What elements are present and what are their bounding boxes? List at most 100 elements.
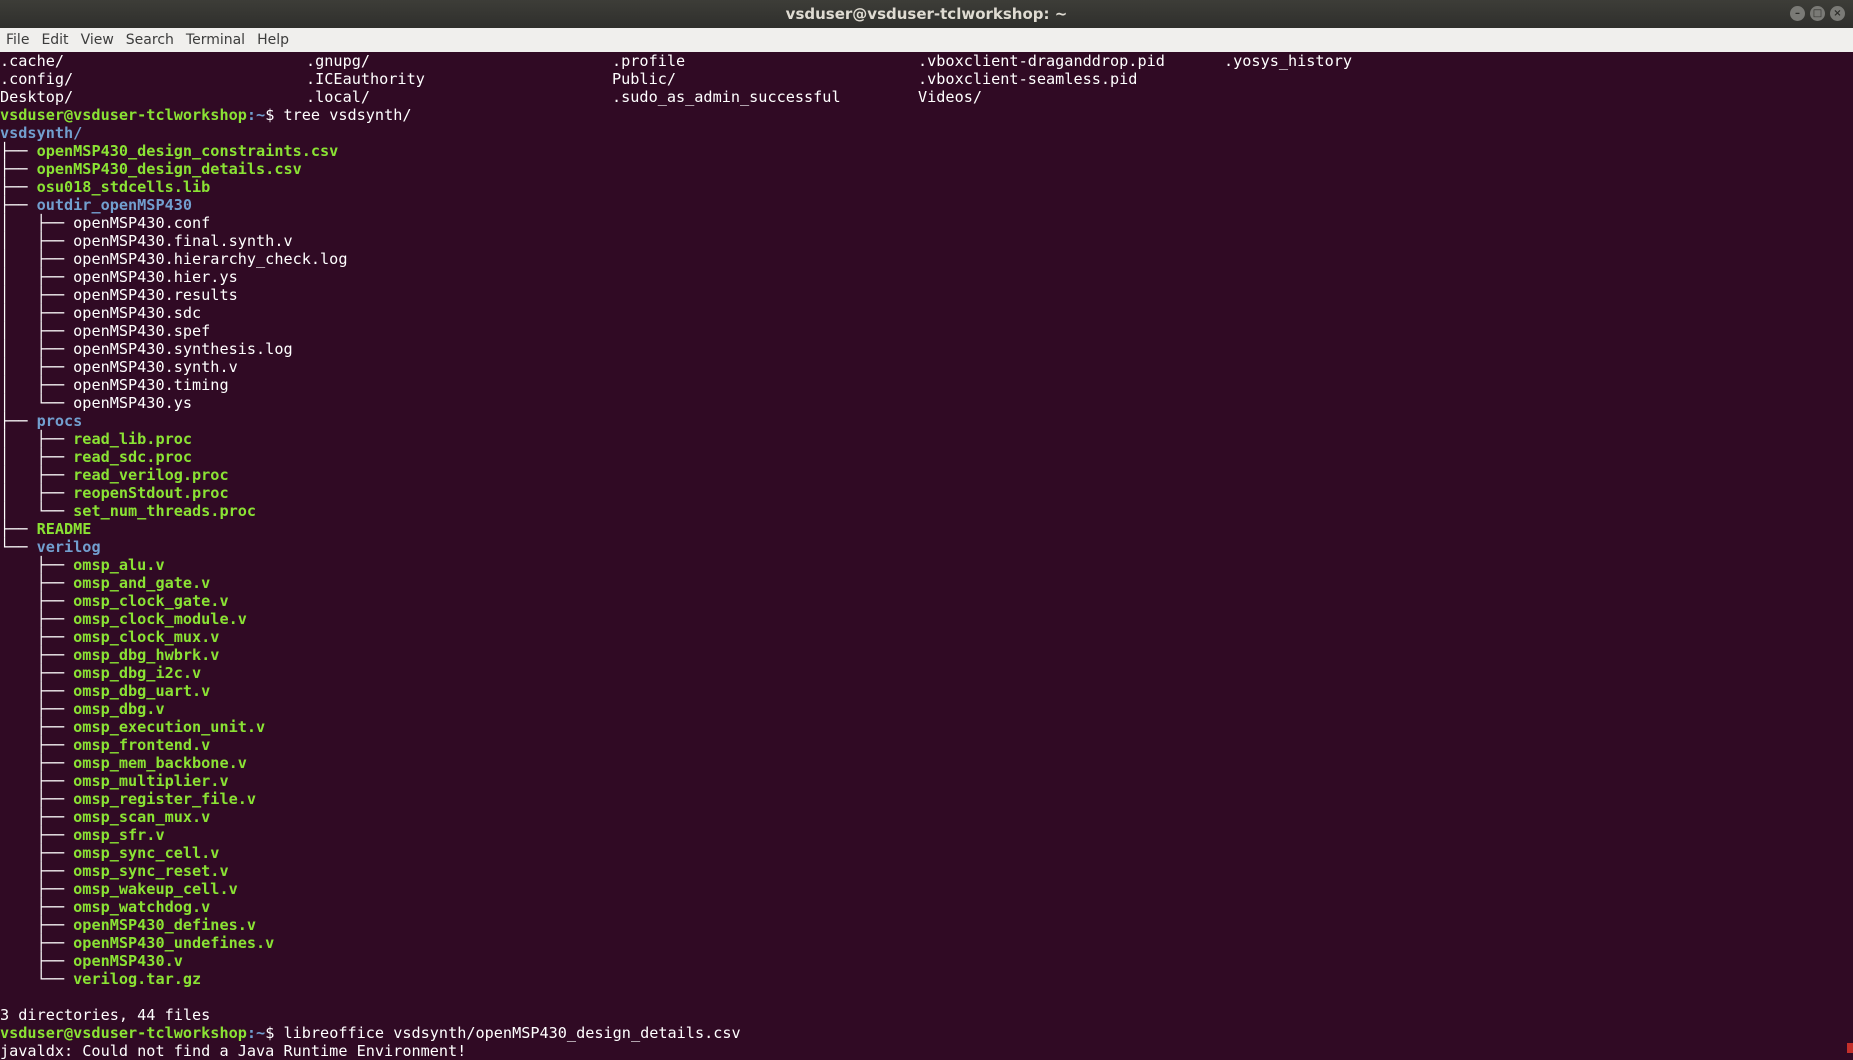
prompt-symbol: $: [265, 1024, 284, 1042]
file-name: omsp_clock_module.v: [73, 610, 247, 628]
tree-line: ├── omsp_sfr.v: [0, 826, 1853, 844]
tree-line: │ ├── openMSP430.results: [0, 286, 1853, 304]
file-name: openMSP430.v: [73, 952, 183, 970]
tree-branch: ├──: [0, 772, 74, 790]
directory-name: verilog: [36, 538, 101, 556]
menu-help[interactable]: Help: [251, 32, 295, 48]
maximize-icon[interactable]: □: [1810, 6, 1825, 21]
file-name: omsp_dbg_hwbrk.v: [73, 646, 220, 664]
menu-bar: File Edit View Search Terminal Help: [0, 28, 1853, 52]
tree-branch: ├──: [0, 520, 37, 538]
ls-entry: Videos/: [918, 88, 983, 106]
close-icon[interactable]: ×: [1830, 6, 1845, 21]
tree-line: │ ├── read_sdc.proc: [0, 448, 1853, 466]
file-name: omsp_wakeup_cell.v: [73, 880, 238, 898]
tree-branch: ├──: [0, 790, 74, 808]
tree-branch: ├──: [0, 592, 74, 610]
minimize-icon[interactable]: –: [1790, 6, 1805, 21]
file-name: openMSP430.spef: [73, 322, 211, 340]
tree-line: ├── omsp_and_gate.v: [0, 574, 1853, 592]
menu-edit[interactable]: Edit: [35, 32, 74, 48]
tree-line: ├── omsp_mem_backbone.v: [0, 754, 1853, 772]
tree-branch: │ ├──: [0, 340, 74, 358]
tree-branch: │ └──: [0, 394, 74, 412]
ls-entry: .yosys_history: [1224, 52, 1353, 70]
tree-branch: ├──: [0, 952, 74, 970]
tree-branch: │ ├──: [0, 268, 74, 286]
tree-branch: │ ├──: [0, 232, 74, 250]
directory-name: vsdsynth/: [0, 124, 83, 142]
tree-line: ├── omsp_sync_cell.v: [0, 844, 1853, 862]
output-line: javaldx: Could not find a Java Runtime E…: [0, 1042, 467, 1060]
tree-line: ├── omsp_frontend.v: [0, 736, 1853, 754]
prompt-line: vsduser@vsduser-tclworkshop:~$ tree vsds…: [0, 106, 1853, 124]
tree-line: ├── osu018_stdcells.lib: [0, 178, 1853, 196]
file-name: openMSP430.results: [73, 286, 238, 304]
file-name: openMSP430_design_constraints.csv: [36, 142, 339, 160]
file-name: omsp_clock_mux.v: [73, 628, 220, 646]
terminal-output[interactable]: .cache/ .gnupg/ .profile .vboxclient-dra…: [0, 52, 1853, 1060]
menu-terminal[interactable]: Terminal: [180, 32, 251, 48]
file-name: omsp_alu.v: [73, 556, 165, 574]
tree-line: vsdsynth/: [0, 124, 1853, 142]
tree-branch: ├──: [0, 412, 37, 430]
file-name: omsp_sfr.v: [73, 826, 165, 844]
file-name: openMSP430_defines.v: [73, 916, 257, 934]
tree-branch: │ ├──: [0, 286, 74, 304]
tree-branch: ├──: [0, 736, 74, 754]
ls-entry: .sudo_as_admin_successful: [612, 88, 841, 106]
file-name: openMSP430.sdc: [73, 304, 202, 322]
tree-branch: ├──: [0, 808, 74, 826]
tree-line: │ ├── openMSP430.conf: [0, 214, 1853, 232]
tree-line: ├── omsp_dbg_hwbrk.v: [0, 646, 1853, 664]
ls-entry: .local/: [306, 88, 371, 106]
tree-branch: ├──: [0, 178, 37, 196]
tree-branch: ├──: [0, 682, 74, 700]
tree-branch: ├──: [0, 916, 74, 934]
tree-branch: │ ├──: [0, 448, 74, 466]
file-name: omsp_and_gate.v: [73, 574, 211, 592]
tree-line: │ ├── openMSP430.synthesis.log: [0, 340, 1853, 358]
tree-branch: ├──: [0, 556, 74, 574]
tree-line: ├── omsp_scan_mux.v: [0, 808, 1853, 826]
tree-line: ├── outdir_openMSP430: [0, 196, 1853, 214]
ls-row: .cache/ .gnupg/ .profile .vboxclient-dra…: [0, 52, 1853, 70]
prompt-user: vsduser@vsduser-tclworkshop: [0, 1024, 247, 1042]
menu-view[interactable]: View: [75, 32, 120, 48]
tree-branch: │ ├──: [0, 250, 74, 268]
ls-entry: Public/: [612, 70, 677, 88]
tree-line: │ ├── read_verilog.proc: [0, 466, 1853, 484]
file-name: verilog.tar.gz: [73, 970, 202, 988]
file-name: omsp_sync_reset.v: [73, 862, 229, 880]
tree-line: ├── openMSP430_undefines.v: [0, 934, 1853, 952]
ls-row: Desktop/ .local/ .sudo_as_admin_successf…: [0, 88, 1853, 106]
tree-line: │ ├── openMSP430.final.synth.v: [0, 232, 1853, 250]
menu-search[interactable]: Search: [120, 32, 180, 48]
ls-entry: .vboxclient-seamless.pid: [918, 70, 1138, 88]
tree-branch: ├──: [0, 628, 74, 646]
file-name: README: [36, 520, 92, 538]
file-name: openMSP430.conf: [73, 214, 211, 232]
file-name: openMSP430.timing: [73, 376, 229, 394]
ls-entry: .vboxclient-draganddrop.pid: [918, 52, 1165, 70]
ls-entry: .cache/: [0, 52, 65, 70]
tree-branch: │ ├──: [0, 430, 74, 448]
tree-branch: ├──: [0, 862, 74, 880]
menu-file[interactable]: File: [0, 32, 35, 48]
file-name: openMSP430.final.synth.v: [73, 232, 293, 250]
file-name: reopenStdout.proc: [73, 484, 229, 502]
file-name: omsp_sync_cell.v: [73, 844, 220, 862]
tree-branch: ├──: [0, 844, 74, 862]
file-name: omsp_scan_mux.v: [73, 808, 211, 826]
tree-summary: 3 directories, 44 files: [0, 1006, 211, 1024]
tree-branch: │ ├──: [0, 214, 74, 232]
file-name: omsp_multiplier.v: [73, 772, 229, 790]
file-name: openMSP430_design_details.csv: [36, 160, 302, 178]
tree-line: ├── README: [0, 520, 1853, 538]
window-titlebar: vsduser@vsduser-tclworkshop: ~ – □ ×: [0, 0, 1853, 28]
file-name: openMSP430.hierarchy_check.log: [73, 250, 348, 268]
tree-branch: ├──: [0, 574, 74, 592]
tree-line: ├── openMSP430.v: [0, 952, 1853, 970]
tree-line: ├── omsp_dbg_i2c.v: [0, 664, 1853, 682]
directory-name: outdir_openMSP430: [36, 196, 193, 214]
